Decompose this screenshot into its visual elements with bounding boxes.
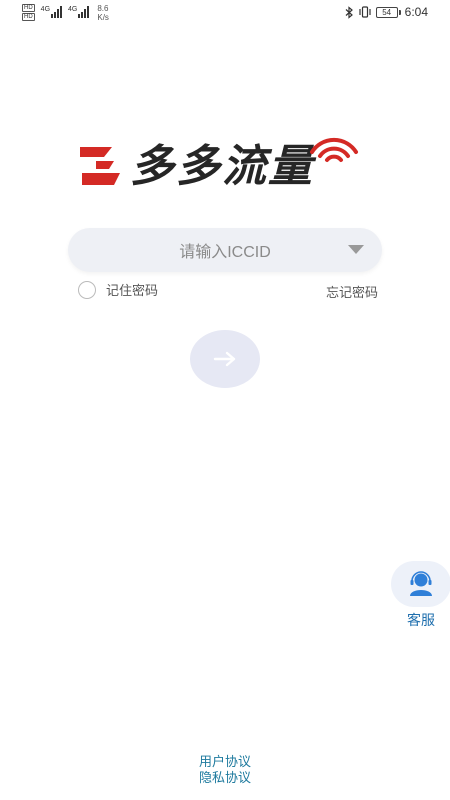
customer-service-button[interactable] — [391, 561, 450, 607]
signal-icon — [78, 6, 90, 18]
chevron-down-icon[interactable] — [348, 245, 364, 254]
app-logo: 多多流量 — [78, 130, 368, 202]
net-speed-unit: K/s — [97, 13, 109, 22]
remember-password-checkbox[interactable] — [78, 280, 96, 299]
sim2-signal: 4G — [68, 4, 90, 18]
status-time: 6:04 — [404, 5, 428, 19]
arrow-right-icon — [213, 351, 236, 367]
hd-badge-2: HD — [22, 13, 35, 21]
footer-links: 用户协议 隐私协议 — [0, 754, 450, 786]
customer-service-label[interactable]: 客服 — [391, 610, 450, 630]
sim1-signal: 4G — [40, 4, 63, 18]
forgot-password-link[interactable]: 忘记密码 — [326, 282, 378, 301]
sim2-tech: 4G — [68, 6, 78, 13]
logo-text: 多多流量 — [130, 141, 314, 192]
status-bar-right: 54 6:04 — [345, 5, 428, 19]
login-submit-button[interactable] — [190, 330, 260, 388]
agent-avatar-icon — [410, 571, 432, 596]
sim1-tech: 4G — [40, 6, 51, 13]
remember-password-label: 记住密码 — [106, 283, 159, 298]
hd-badge-1: HD — [22, 4, 35, 12]
battery-icon: 54 — [375, 6, 401, 18]
logo-flag-icon — [80, 147, 120, 185]
hd-badges: HD HD — [22, 4, 35, 21]
login-screen: HD HD 4G 4G 8.6 K/s 54 6:04 多多流量 请输入ICCI… — [0, 0, 450, 800]
remember-password-toggle[interactable]: 记住密码 — [78, 280, 158, 299]
status-bar-left: HD HD 4G 4G 8.6 K/s — [22, 4, 109, 22]
wifi-signal-icon — [310, 137, 358, 162]
iccid-placeholder: 请输入ICCID — [179, 244, 271, 261]
battery-level: 54 — [375, 6, 398, 18]
status-bar: HD HD 4G 4G 8.6 K/s 54 6:04 — [0, 0, 450, 26]
bluetooth-icon — [345, 5, 354, 19]
user-agreement-link[interactable]: 用户协议 — [199, 754, 251, 770]
iccid-input[interactable]: 请输入ICCID — [68, 228, 382, 272]
net-speed-value: 8.6 — [97, 4, 109, 13]
signal-icon — [51, 6, 63, 18]
network-speed: 8.6 K/s — [97, 4, 109, 22]
vibrate-icon — [358, 6, 372, 18]
privacy-agreement-link[interactable]: 隐私协议 — [199, 770, 251, 786]
